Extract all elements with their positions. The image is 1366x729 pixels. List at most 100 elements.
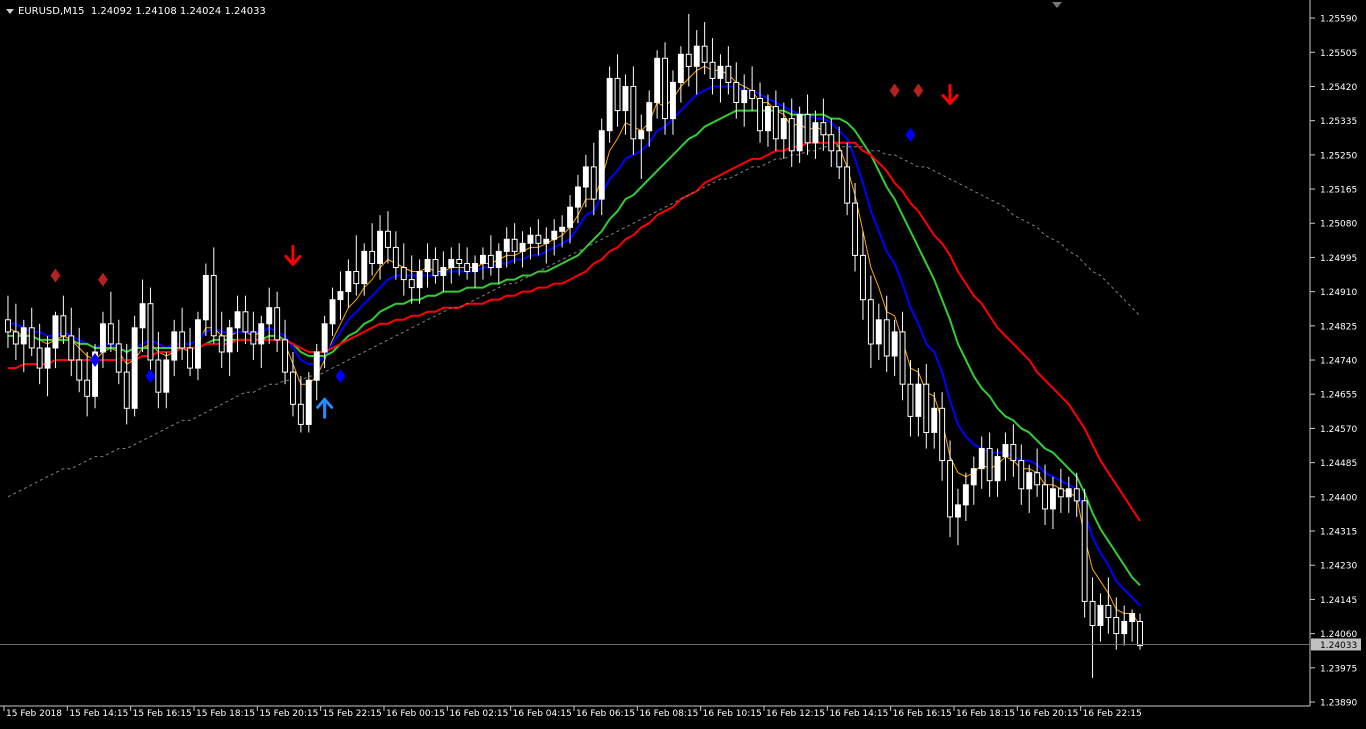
candle-body — [1129, 613, 1136, 622]
candle-body — [915, 383, 922, 417]
candle-body — [464, 263, 471, 272]
candle-body — [448, 259, 455, 268]
candle-body — [20, 327, 27, 345]
time-tick-label: 15 Feb 2018 — [6, 709, 62, 719]
candle-body — [107, 323, 114, 345]
time-tick-label: 16 Feb 00:15 — [386, 709, 445, 719]
price-tick-label: 1.24995 — [1320, 254, 1357, 264]
chart-window[interactable]: 1.25590 1.25505 1.25420 1.25335 1.25250 1.251… — [0, 0, 1366, 725]
candle-body — [440, 267, 447, 276]
price-chart[interactable]: 1.25590 1.25505 1.25420 1.25335 1.25250 1.251… — [0, 0, 1366, 725]
candle-body — [1050, 488, 1056, 510]
candle-body — [1018, 460, 1025, 490]
candle-body — [559, 226, 566, 232]
candle-body — [171, 331, 178, 361]
candle-body — [638, 130, 645, 140]
candle-body — [875, 319, 882, 345]
candle-body — [1073, 488, 1080, 502]
candle-body — [456, 259, 463, 264]
candle-body — [1081, 500, 1088, 602]
price-tick-label: 1.25335 — [1320, 117, 1357, 127]
candle-body — [416, 271, 423, 289]
candle-body — [84, 379, 91, 397]
candle-body — [258, 323, 265, 345]
price-tick-label: 1.24740 — [1320, 357, 1357, 367]
candle-body — [812, 122, 819, 144]
candle-body — [1034, 472, 1041, 486]
candle-body — [115, 343, 122, 373]
candle-body — [392, 246, 399, 268]
candle-body — [836, 150, 843, 168]
time-tick-label: 15 Feb 14:15 — [69, 709, 128, 719]
current-price-label: 1.24033 — [1320, 641, 1357, 651]
candle-body — [931, 407, 938, 433]
time-tick-label: 16 Feb 08:15 — [639, 709, 698, 719]
candle-body — [852, 202, 858, 256]
candle-body — [242, 311, 249, 333]
candle-body — [757, 98, 763, 132]
candle-body — [1065, 488, 1072, 498]
candle-body — [622, 86, 629, 112]
candle-body — [432, 259, 439, 277]
chart-shift-marker-icon[interactable] — [1052, 2, 1062, 8]
candle-body — [630, 86, 637, 140]
candle-body — [590, 166, 597, 200]
candle-body — [36, 347, 43, 369]
candle-body — [321, 323, 328, 353]
price-tick-label: 1.24230 — [1320, 562, 1357, 572]
candle-body — [582, 166, 589, 188]
candle-body — [677, 53, 684, 83]
candle-body — [907, 383, 914, 417]
candle-body — [844, 166, 851, 204]
candle-body — [44, 347, 51, 369]
candle-body — [709, 61, 716, 79]
candle-body — [1057, 488, 1064, 498]
candle-body — [68, 335, 75, 361]
candle-body — [274, 307, 281, 341]
candle-body — [495, 250, 502, 268]
candle-body — [860, 254, 866, 301]
candle-body — [828, 134, 835, 152]
price-tick-label: 1.23975 — [1320, 664, 1357, 674]
candle-body — [685, 53, 692, 67]
time-tick-label: 16 Feb 06:15 — [576, 709, 635, 719]
price-tick-label: 1.24570 — [1320, 425, 1357, 435]
candle-body — [1010, 444, 1017, 462]
price-tick-label: 1.25505 — [1320, 49, 1357, 59]
candle-body — [780, 118, 787, 140]
price-tick-label: 1.25420 — [1320, 83, 1357, 93]
candle-body — [535, 234, 542, 244]
candle-body — [1097, 604, 1104, 627]
candle-body — [891, 331, 898, 357]
time-tick-label: 15 Feb 22:15 — [323, 709, 382, 719]
candle-body — [424, 259, 431, 273]
candle-body — [139, 303, 146, 329]
price-tick-label: 1.25080 — [1320, 220, 1357, 230]
candle-body — [883, 319, 890, 357]
candle-body — [598, 130, 605, 200]
candle-body — [986, 448, 993, 482]
time-tick-label: 16 Feb 02:15 — [449, 709, 508, 719]
candle-body — [226, 327, 233, 353]
candle-body — [670, 81, 676, 120]
candle-body — [480, 254, 486, 264]
candle-body — [1002, 444, 1009, 458]
candle-body — [353, 271, 360, 285]
candle-body — [772, 106, 779, 140]
candle-body — [369, 250, 376, 264]
collapse-triangle-icon[interactable] — [6, 8, 14, 14]
time-tick-label: 15 Feb 20:15 — [259, 709, 318, 719]
candle-body — [749, 90, 756, 99]
price-tick-label: 1.25590 — [1320, 15, 1357, 25]
candle-body — [210, 275, 217, 337]
candle-body — [250, 331, 257, 345]
ohlc-quotes: 1.24092 1.24108 1.24024 1.24033 — [90, 6, 266, 17]
time-tick-label: 16 Feb 22:15 — [1083, 709, 1142, 719]
candle-body — [654, 57, 661, 104]
candle-body — [5, 319, 11, 333]
candle-body — [511, 238, 518, 252]
candle-body — [606, 77, 613, 132]
candle-body — [551, 230, 558, 240]
candle-body — [503, 238, 510, 252]
candle-body — [1121, 621, 1128, 635]
